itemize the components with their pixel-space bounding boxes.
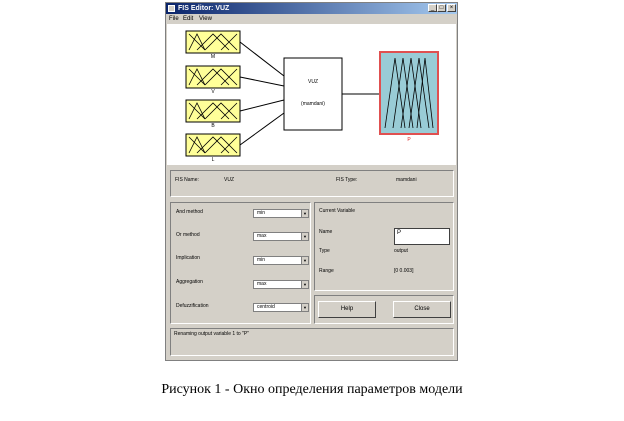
close-icon[interactable]: × xyxy=(447,4,456,12)
chevron-down-icon: ▼ xyxy=(301,281,308,288)
name-label: Name xyxy=(319,229,333,235)
buttons-panel: Help Close xyxy=(314,295,454,324)
connector-line xyxy=(239,76,285,87)
app-icon xyxy=(168,5,175,12)
range-label: Range xyxy=(319,268,334,274)
status-message: Renaming output variable 1 to "P" xyxy=(174,331,249,337)
help-button[interactable]: Help xyxy=(318,301,376,318)
close-button[interactable]: Close xyxy=(393,301,451,318)
type-value: output xyxy=(394,248,408,254)
menu-edit[interactable]: Edit xyxy=(183,15,193,23)
defuzzification-label: Defuzzification xyxy=(176,303,209,309)
window-title: FIS Editor: VUZ xyxy=(178,5,230,12)
menu-file[interactable]: File xyxy=(169,15,179,23)
variable-name-input[interactable]: P xyxy=(394,228,450,245)
minimize-icon[interactable]: _ xyxy=(428,4,437,12)
current-variable-panel: Current Variable Name P Type output Rang… xyxy=(314,202,454,291)
fis-diagram: M V B L VUZ (mamdani) P xyxy=(167,24,456,165)
menu-bar: File Edit View xyxy=(166,14,457,24)
or-method-dropdown[interactable]: max ▼ xyxy=(253,232,309,241)
fis-system-type: (mamdani) xyxy=(301,101,325,107)
methods-panel: And method min ▼ Or method max ▼ Implicati… xyxy=(170,202,311,324)
and-method-label: And method xyxy=(176,209,203,215)
fis-editor-window: FIS Editor: VUZ _ □ × File Edit View M V… xyxy=(165,2,458,361)
fis-name-label: FIS Name: xyxy=(175,177,199,183)
fis-info-panel: FIS Name: VUZ FIS Type: mamdani xyxy=(170,170,454,197)
menu-view[interactable]: View xyxy=(199,15,212,23)
output-label-p: P xyxy=(407,137,411,143)
input-variable-l[interactable] xyxy=(185,133,241,157)
maximize-icon[interactable]: □ xyxy=(437,4,446,12)
implication-dropdown[interactable]: min ▼ xyxy=(253,256,309,265)
chevron-down-icon: ▼ xyxy=(301,257,308,264)
connector-line xyxy=(239,99,285,112)
chevron-down-icon: ▼ xyxy=(301,233,308,240)
fis-name-value: VUZ xyxy=(224,177,234,183)
input-label-v: V xyxy=(211,89,215,95)
type-label: Type xyxy=(319,248,330,254)
output-variable-p[interactable] xyxy=(379,51,439,135)
connector-line xyxy=(239,41,285,77)
fis-type-label: FIS Type: xyxy=(336,177,358,183)
defuzzification-dropdown[interactable]: centroid ▼ xyxy=(253,303,309,312)
aggregation-label: Aggregation xyxy=(176,279,203,285)
input-label-m: M xyxy=(210,54,216,60)
input-variable-m[interactable] xyxy=(185,30,241,54)
status-bar: Renaming output variable 1 to "P" xyxy=(170,328,454,356)
input-variable-v[interactable] xyxy=(185,65,241,89)
and-method-dropdown[interactable]: min ▼ xyxy=(253,209,309,218)
figure-caption: Рисунок 1 - Окно определения параметров … xyxy=(161,382,463,397)
title-bar[interactable]: FIS Editor: VUZ _ □ × xyxy=(166,3,457,14)
fis-type-value: mamdani xyxy=(396,177,417,183)
implication-label: Implication xyxy=(176,255,200,261)
aggregation-dropdown[interactable]: max ▼ xyxy=(253,280,309,289)
or-method-label: Or method xyxy=(176,232,200,238)
fis-system-name: VUZ xyxy=(308,79,318,85)
current-variable-title: Current Variable xyxy=(319,208,356,214)
range-value: [0 0.003] xyxy=(394,268,414,274)
chevron-down-icon: ▼ xyxy=(301,304,308,311)
fis-system-box[interactable] xyxy=(283,57,343,131)
input-label-b: B xyxy=(211,123,215,129)
connector-line xyxy=(239,112,285,146)
input-label-l: L xyxy=(211,157,215,163)
input-variable-b[interactable] xyxy=(185,99,241,123)
chevron-down-icon: ▼ xyxy=(301,210,308,217)
